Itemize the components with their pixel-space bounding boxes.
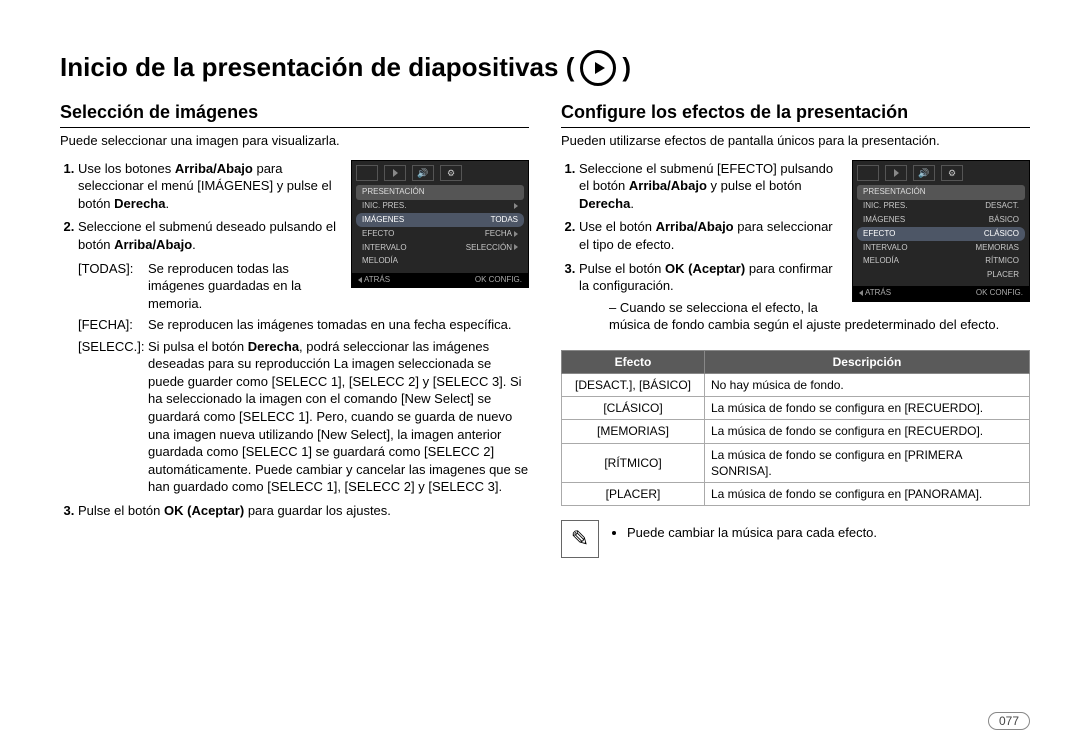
lcd-tab-icon: [885, 165, 907, 181]
t: Use los botones: [78, 161, 175, 176]
lcd-value: RÍTMICO: [985, 256, 1019, 267]
def-term: [FECHA]:: [78, 316, 148, 334]
camera-lcd-left: 🔊 ⚙ PRESENTACIÓN INIC. PRES. IMÁGENES TOD…: [351, 160, 529, 289]
camera-lcd-right: 🔊 ⚙ PRESENTACIÓN INIC. PRES. DESACT. IMÁG…: [852, 160, 1030, 302]
cell: La música de fondo se configura en [PANO…: [705, 482, 1030, 505]
lcd-value: TODAS: [491, 215, 518, 226]
left-heading: Selección de imágenes: [60, 100, 529, 128]
t: Derecha: [579, 196, 630, 211]
lcd-header: PRESENTACIÓN: [857, 185, 1025, 200]
lcd-label: IMÁGENES: [863, 215, 905, 226]
page-number: 077: [988, 712, 1030, 730]
lcd-value: CLÁSICO: [984, 229, 1019, 240]
t: , podrá seleccionar las imágenes deseada…: [148, 339, 528, 494]
lcd-value: MEMORIAS: [975, 243, 1019, 254]
cell: [CLÁSICO]: [562, 397, 705, 420]
column-right: Configure los efectos de la presentación…: [561, 100, 1030, 558]
t: Cuando se selecciona el efecto, la músic…: [609, 300, 999, 333]
note-box: ✎ Puede cambiar la música para cada efec…: [561, 520, 1030, 558]
sub-note: – Cuando se selecciona el efecto, la mús…: [609, 299, 1030, 334]
lcd-label: INIC. PRES.: [362, 201, 406, 212]
t: y pulse el botón: [707, 178, 802, 193]
cell: [MEMORIAS]: [562, 420, 705, 443]
right-intro: Pueden utilizarse efectos de pantalla ún…: [561, 132, 1030, 150]
lcd-label: EFECTO: [362, 229, 394, 240]
cell: No hay música de fondo.: [705, 373, 1030, 396]
page-title: Inicio de la presentación de diapositiva…: [60, 50, 1030, 86]
t: Arriba/Abajo: [114, 237, 192, 252]
lcd-tab-icon: [356, 165, 378, 181]
t: Arriba/Abajo: [175, 161, 253, 176]
lcd-label: INTERVALO: [362, 243, 407, 254]
t: Use el botón: [579, 219, 656, 234]
slideshow-play-icon: [580, 50, 616, 86]
lcd-label: IMÁGENES: [362, 215, 404, 226]
lcd-value: PLACER: [987, 270, 1019, 281]
cell: [DESACT.], [BÁSICO]: [562, 373, 705, 396]
note-pencil-icon: ✎: [561, 520, 599, 558]
lcd-tab-icon: ⚙: [941, 165, 963, 181]
lcd-tab-icon: [857, 165, 879, 181]
t: Pulse el botón: [78, 503, 164, 518]
cell: [PLACER]: [562, 482, 705, 505]
table-row: [RÍTMICO]La música de fondo se configura…: [562, 443, 1030, 482]
table-row: [CLÁSICO]La música de fondo se configura…: [562, 397, 1030, 420]
lcd-value: DESACT.: [985, 201, 1019, 212]
cell: La música de fondo se configura en [RECU…: [705, 397, 1030, 420]
effects-table: Efecto Descripción [DESACT.], [BÁSICO]No…: [561, 350, 1030, 506]
column-left: Selección de imágenes Puede seleccionar …: [60, 100, 529, 558]
t: Pulse el botón: [579, 261, 665, 276]
lcd-header: PRESENTACIÓN: [356, 185, 524, 200]
def-term: [SELECC.]:: [78, 338, 148, 496]
lcd-value: BÁSICO: [989, 215, 1019, 226]
lcd-foot-left: ATRÁS: [865, 288, 891, 297]
lcd-foot-right: OK CONFIG.: [976, 288, 1023, 299]
def-fecha: [FECHA]: Se reproducen las imágenes toma…: [78, 316, 529, 334]
t: OK (Aceptar): [164, 503, 244, 518]
lcd-label: EFECTO: [863, 229, 895, 240]
left-intro: Puede seleccionar una imagen para visual…: [60, 132, 529, 150]
t: .: [192, 237, 196, 252]
lcd-foot-right: OK CONFIG.: [475, 275, 522, 286]
lcd-foot-left: ATRÁS: [364, 275, 390, 284]
th-efecto: Efecto: [562, 350, 705, 373]
th-desc: Descripción: [705, 350, 1030, 373]
cell: [RÍTMICO]: [562, 443, 705, 482]
t: .: [165, 196, 169, 211]
cell: La música de fondo se configura en [PRIM…: [705, 443, 1030, 482]
table-row: [MEMORIAS]La música de fondo se configur…: [562, 420, 1030, 443]
lcd-tab-icon: ⚙: [440, 165, 462, 181]
t: OK (Aceptar): [665, 261, 745, 276]
def-selecc: [SELECC.]: Si pulsa el botón Derecha, po…: [78, 338, 529, 496]
t: para guardar los ajustes.: [244, 503, 391, 518]
table-row: [DESACT.], [BÁSICO]No hay música de fond…: [562, 373, 1030, 396]
t: Derecha: [248, 339, 299, 354]
t: Derecha: [114, 196, 165, 211]
t: .: [630, 196, 634, 211]
step-3: Pulse el botón OK (Aceptar) para guardar…: [78, 502, 529, 520]
lcd-label: INTERVALO: [863, 243, 908, 254]
note-text: Puede cambiar la música para cada efecto…: [627, 524, 877, 542]
cell: La música de fondo se configura en [RECU…: [705, 420, 1030, 443]
title-text: Inicio de la presentación de diapositiva…: [60, 50, 574, 85]
def-term: [TODAS]:: [78, 260, 148, 313]
def-desc: Se reproducen las imágenes tomadas en un…: [148, 316, 529, 334]
t: Arriba/Abajo: [629, 178, 707, 193]
lcd-value: SELECCIÓN: [466, 243, 512, 252]
right-heading: Configure los efectos de la presentación: [561, 100, 1030, 128]
lcd-tab-icon: [384, 165, 406, 181]
def-desc: Si pulsa el botón Derecha, podrá selecci…: [148, 338, 529, 496]
table-row: [PLACER]La música de fondo se configura …: [562, 482, 1030, 505]
lcd-tab-icon: 🔊: [412, 165, 434, 181]
lcd-value: FECHA: [485, 229, 512, 238]
def-todas: [TODAS]: Se reproducen todas las imágene…: [78, 260, 343, 313]
title-close: ): [622, 50, 631, 85]
lcd-tab-icon: 🔊: [913, 165, 935, 181]
lcd-label: MELODÍA: [362, 256, 398, 267]
t: Si pulsa el botón: [148, 339, 248, 354]
lcd-label: INIC. PRES.: [863, 201, 907, 212]
def-desc: Se reproducen todas las imágenes guardad…: [148, 260, 343, 313]
t: Arriba/Abajo: [656, 219, 734, 234]
lcd-label: MELODÍA: [863, 256, 899, 267]
